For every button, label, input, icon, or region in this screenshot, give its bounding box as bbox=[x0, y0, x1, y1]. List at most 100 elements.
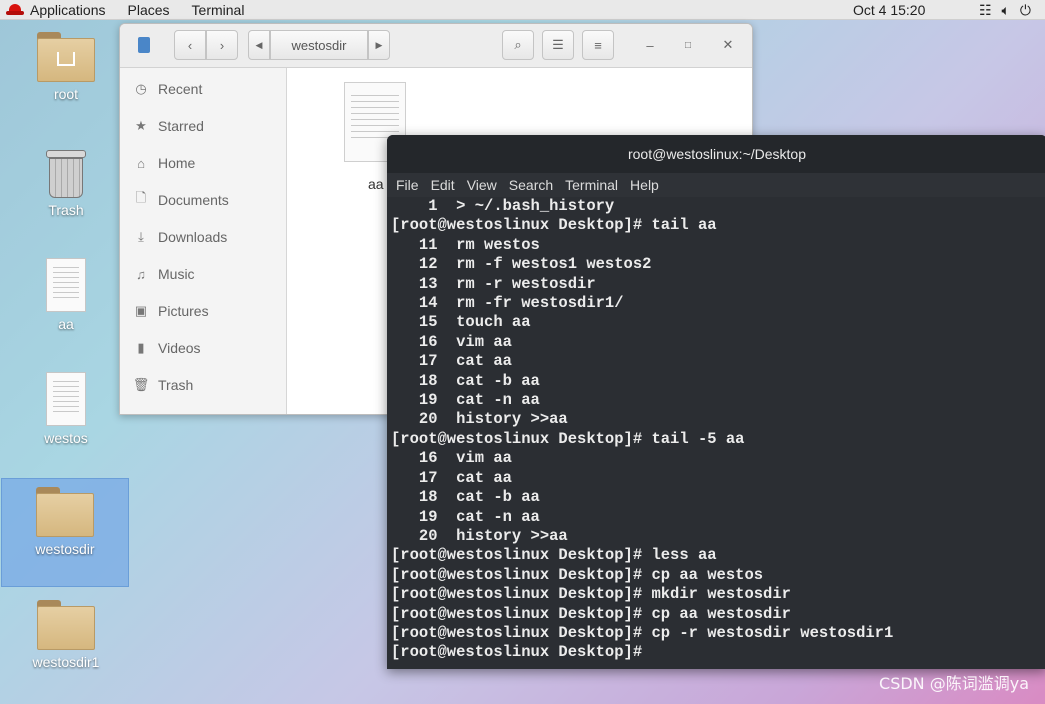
terminal-line: 11 rm westos bbox=[391, 235, 540, 254]
sidebar-item-starred[interactable]: ★ Starred bbox=[132, 114, 204, 138]
sidebar-item-documents[interactable]: 🗋︎ Documents bbox=[132, 188, 229, 212]
sidebar-item-label: Documents bbox=[158, 192, 229, 208]
search-icon: ⌕ bbox=[514, 37, 522, 52]
trash-icon bbox=[46, 150, 86, 198]
places-sidebar: ◷ Recent ★ Starred ⌂ Home 🗋︎ Documents ⤓ Down… bbox=[120, 68, 287, 414]
terminal-output[interactable]: 1 > ~/.bash_history [root@westoslinux Des… bbox=[387, 197, 1045, 663]
back-button[interactable]: ‹ bbox=[174, 30, 206, 60]
chevron-right-icon: › bbox=[219, 37, 225, 53]
desktop-icon-westosdir1[interactable]: westosdir1 bbox=[2, 600, 130, 670]
terminal-line: [root@westoslinux Desktop]# tail -5 aa bbox=[391, 429, 745, 448]
sidebar-item-music[interactable]: ♫ Music bbox=[132, 262, 194, 286]
terminal-menubar: File Edit View Search Terminal Help bbox=[387, 173, 1045, 197]
menu-terminal[interactable]: Terminal bbox=[565, 177, 618, 193]
sidebar-toggle-button[interactable] bbox=[130, 30, 158, 60]
places-menu[interactable]: Places bbox=[128, 2, 170, 18]
sidebar-item-home[interactable]: ⌂ Home bbox=[132, 151, 195, 175]
terminal-line: 1 > ~/.bash_history bbox=[391, 197, 615, 215]
desktop-icon-root[interactable]: root bbox=[2, 32, 130, 102]
view-toggle-button[interactable]: ☰ bbox=[542, 30, 574, 60]
list-view-icon: ☰ bbox=[552, 37, 564, 52]
maximize-icon: □ bbox=[684, 39, 692, 51]
triangle-left-icon: ◀ bbox=[255, 39, 263, 50]
terminal-window: root@westoslinux:~/Desktop File Edit Vie… bbox=[387, 135, 1045, 669]
menu-edit[interactable]: Edit bbox=[431, 177, 455, 193]
menu-search[interactable]: Search bbox=[509, 177, 553, 193]
sidebar-icon bbox=[138, 37, 150, 53]
folder-icon bbox=[37, 600, 95, 650]
terminal-line: 20 history >>aa bbox=[391, 526, 568, 545]
camera-icon: ▣ bbox=[134, 303, 148, 318]
applications-menu[interactable]: Applications bbox=[6, 2, 106, 18]
desktop-icon-trash[interactable]: Trash bbox=[2, 150, 130, 218]
forward-button[interactable]: › bbox=[206, 30, 238, 60]
desktop-icon-westos[interactable]: westos bbox=[2, 372, 130, 446]
sidebar-item-videos[interactable]: ▮ Videos bbox=[132, 336, 200, 360]
volume-icon[interactable]: 🔈︎ bbox=[1002, 0, 1010, 20]
document-icon: 🗋︎ bbox=[135, 190, 147, 205]
path-bar-current[interactable]: westosdir bbox=[270, 30, 368, 60]
text-file-icon bbox=[46, 258, 86, 312]
terminal-line: [root@westoslinux Desktop]# tail aa bbox=[391, 216, 717, 235]
menu-help[interactable]: Help bbox=[630, 177, 659, 193]
maximize-button[interactable]: □ bbox=[674, 30, 702, 60]
sidebar-item-recent[interactable]: ◷ Recent bbox=[132, 77, 202, 101]
terminal-line: 17 cat aa bbox=[391, 352, 512, 371]
home-icon: ⌂ bbox=[137, 155, 145, 171]
terminal-line: 18 cat -b aa bbox=[391, 488, 540, 507]
terminal-line: 13 rm -r westosdir bbox=[391, 274, 596, 293]
terminal-line: [root@westoslinux Desktop]# less aa bbox=[391, 546, 717, 565]
terminal-line: 19 cat -n aa bbox=[391, 507, 540, 526]
desktop-icon-label: aa bbox=[58, 316, 74, 332]
terminal-titlebar[interactable]: root@westoslinux:~/Desktop bbox=[387, 135, 1045, 173]
star-icon: ★ bbox=[135, 118, 147, 133]
sidebar-item-trash[interactable]: 🗑︎ Trash bbox=[132, 373, 194, 397]
desktop-icon-label: westosdir1 bbox=[32, 654, 100, 670]
menu-button[interactable]: ≡ bbox=[582, 30, 614, 60]
terminal-line: 15 touch aa bbox=[391, 313, 531, 332]
desktop-icon-westosdir[interactable]: westosdir bbox=[1, 478, 129, 587]
sidebar-item-downloads[interactable]: ⤓ Downloads bbox=[132, 225, 227, 249]
power-icon[interactable]: ⏻ bbox=[1020, 0, 1031, 20]
terminal-line: 16 vim aa bbox=[391, 449, 512, 468]
watermark: CSDN @陈词滥调ya bbox=[879, 674, 1029, 693]
terminal-line: [root@westoslinux Desktop]# cp aa westos bbox=[391, 565, 764, 584]
music-icon: ♫ bbox=[136, 266, 146, 282]
file-item-label: aa bbox=[368, 176, 384, 192]
file-manager-headerbar: ‹ › ◀ westosdir ▶ ⌕ ☰ ≡ – □ ✕ bbox=[120, 24, 752, 68]
system-tray[interactable]: ☷ 🔈︎ ⏻ bbox=[979, 0, 1031, 20]
menu-file[interactable]: File bbox=[396, 177, 419, 193]
terminal-line: 12 rm -f westos1 westos2 bbox=[391, 255, 652, 274]
desktop-icon-label: westosdir bbox=[35, 541, 95, 557]
text-file-icon bbox=[46, 372, 86, 426]
terminal-line: 18 cat -b aa bbox=[391, 371, 540, 390]
path-left-button[interactable]: ◀ bbox=[248, 30, 270, 60]
desktop-icon-aa[interactable]: aa bbox=[2, 258, 130, 332]
terminal-line: [root@westoslinux Desktop]# cp aa westos… bbox=[391, 604, 791, 623]
terminal-line: 16 vim aa bbox=[391, 332, 512, 351]
search-button[interactable]: ⌕ bbox=[502, 30, 534, 60]
top-panel: Applications Places Terminal Oct 4 15:20… bbox=[0, 0, 1045, 20]
redhat-icon bbox=[6, 3, 24, 16]
close-button[interactable]: ✕ bbox=[714, 30, 742, 60]
video-icon: ▮ bbox=[137, 340, 145, 355]
terminal-menu[interactable]: Terminal bbox=[192, 2, 245, 18]
sidebar-item-label: Starred bbox=[158, 118, 204, 134]
terminal-line: [root@westoslinux Desktop]# bbox=[391, 643, 652, 662]
terminal-line: 20 history >>aa bbox=[391, 410, 568, 429]
home-folder-icon bbox=[37, 32, 95, 82]
desktop-icon-label: root bbox=[53, 86, 79, 102]
chevron-left-icon: ‹ bbox=[187, 37, 193, 53]
clock[interactable]: Oct 4 15:20 bbox=[853, 0, 925, 20]
sidebar-item-label: Home bbox=[158, 155, 196, 171]
minimize-button[interactable]: – bbox=[636, 30, 664, 60]
terminal-line: [root@westoslinux Desktop]# mkdir westos… bbox=[391, 585, 791, 604]
desktop-icon-label: Trash bbox=[48, 202, 84, 218]
terminal-line: 14 rm -fr westosdir1/ bbox=[391, 294, 624, 313]
network-icon[interactable]: ☷ bbox=[979, 0, 992, 20]
sidebar-item-label: Trash bbox=[158, 377, 194, 393]
sidebar-item-pictures[interactable]: ▣ Pictures bbox=[132, 299, 209, 323]
menu-view[interactable]: View bbox=[467, 177, 497, 193]
path-right-button[interactable]: ▶ bbox=[368, 30, 390, 60]
terminal-line: 17 cat aa bbox=[391, 468, 512, 487]
